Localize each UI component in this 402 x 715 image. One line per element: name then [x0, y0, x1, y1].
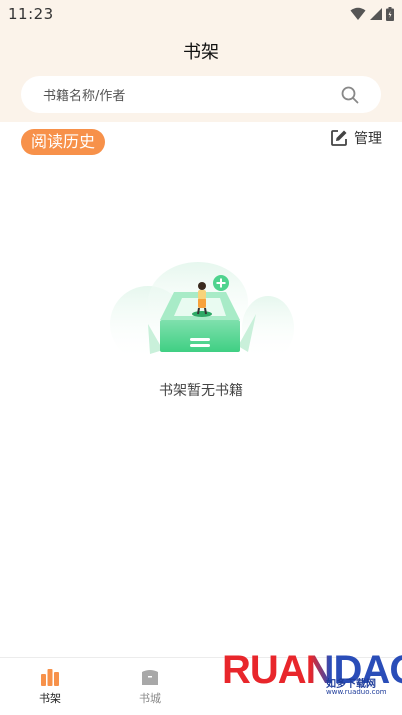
page-title: 书架: [183, 42, 219, 63]
tab-bookshelf-label: 书架: [39, 691, 61, 705]
search-input[interactable]: 书籍名称/作者: [43, 85, 125, 104]
empty-bookshelf-illustration: [110, 262, 294, 362]
watermark-url: www.ruaduo.com: [326, 688, 387, 696]
bookshelf-icon: [41, 668, 59, 686]
bookstore-icon: [142, 669, 158, 685]
watermark-logo: RUANDAO 如多下载网 www.ruaduo.com: [222, 646, 402, 706]
signal-icon: [370, 8, 382, 20]
wifi-icon: [350, 7, 366, 20]
search-bar[interactable]: 书籍名称/作者: [21, 76, 381, 113]
search-icon[interactable]: [341, 86, 359, 104]
empty-state-message: 书架暂无书籍: [159, 383, 243, 399]
status-time: 11:23: [8, 5, 54, 23]
manage-label: 管理: [354, 131, 382, 147]
status-icons: [350, 7, 394, 21]
reading-history-tab[interactable]: 阅读历史: [21, 129, 106, 155]
manage-button[interactable]: 管理: [330, 128, 382, 148]
tab-bookstore[interactable]: 书城: [100, 658, 200, 715]
tab-bookshelf[interactable]: 书架: [0, 658, 100, 715]
battery-icon: [386, 7, 394, 21]
status-bar: 11:23: [0, 0, 402, 28]
tab-bookstore-label: 书城: [139, 691, 161, 705]
edit-icon: [331, 130, 347, 146]
